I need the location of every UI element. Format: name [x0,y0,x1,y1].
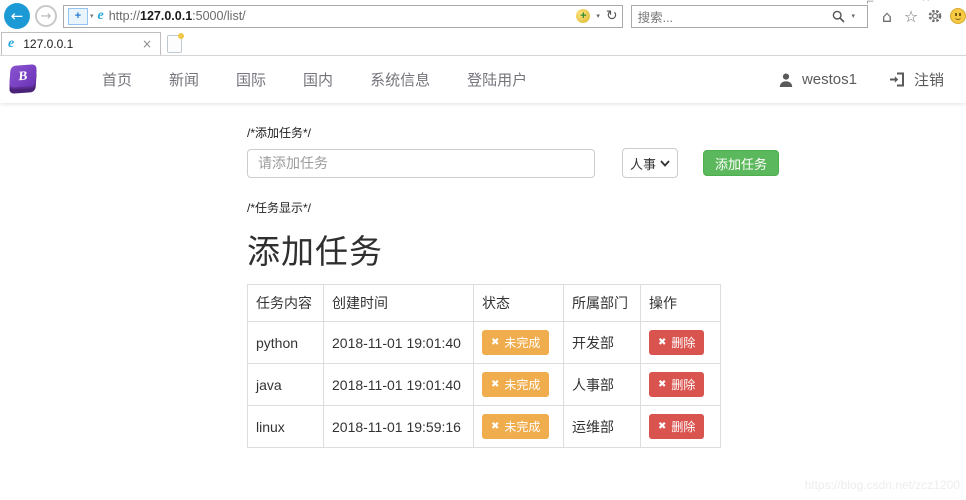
icp-footer: 京ICP备11008151号京公网安备11010802014853 [0,496,966,500]
nav-item-home[interactable]: 首页 [102,69,132,90]
logout-icon [889,72,904,87]
task-table: 任务内容 创建时间 状态 所属部门 操作 python 2018-11-01 1… [247,284,721,448]
new-tab-button[interactable] [167,33,184,53]
delete-button[interactable]: ✖ 删除 [649,330,705,355]
table-row: linux 2018-11-01 19:59:16 ✖ 未完成 运维部 ✖ 删除 [247,405,721,448]
x-icon: ✖ [658,336,667,348]
nav-links: 首页 新闻 国际 国内 系统信息 登陆用户 [102,69,527,90]
site-navbar: B 首页 新闻 国际 国内 系统信息 登陆用户 westos1 注销 [0,56,966,103]
forward-icon: → [40,8,52,24]
header-department: 所属部门 [563,284,641,322]
site-favicon-icon: + [576,9,591,23]
task-input[interactable] [247,148,595,178]
compatibility-icon[interactable]: + [68,7,88,25]
table-row: java 2018-11-01 19:01:40 ✖ 未完成 人事部 ✖ 删除 [247,363,721,406]
search-icon[interactable] [832,10,846,23]
status-button[interactable]: ✖ 未完成 [482,330,550,355]
header-operation: 操作 [640,284,721,322]
tab-favicon-icon: e [8,36,15,51]
x-icon: ✖ [658,420,667,432]
cell-created-time: 2018-11-01 19:01:40 [323,321,474,364]
header-status: 状态 [473,284,564,322]
nav-right: westos1 注销 [778,69,944,90]
status-button[interactable]: ✖ 未完成 [482,414,550,439]
cell-department: 开发部 [563,321,641,364]
add-task-button[interactable]: 添加任务 [703,150,780,176]
window-controls[interactable]: ⌐ ^ [866,0,952,8]
ie-page-icon: e [97,8,104,23]
page-title: 添加任务 [247,233,383,270]
x-icon: ✖ [491,420,500,432]
status-button[interactable]: ✖ 未完成 [482,372,550,397]
settings-gear-icon[interactable] [926,7,944,25]
username-label: westos1 [801,71,857,88]
cell-task-content: java [247,363,324,406]
nav-item-domestic[interactable]: 国内 [303,69,333,90]
browser-action-icons: ⌂ ☆ [878,7,966,26]
tab-127-0-0-1[interactable]: e 127.0.0.1 × [1,32,161,55]
main-content: /*添加任务*/ 人事 添加任务 /*任务显示*/ 添加任务 任务内容 创建时间… [0,124,966,448]
cell-task-content: python [247,321,324,364]
task-display-comment: /*任务显示*/ [247,201,312,215]
address-bar[interactable]: + ▾ e http://127.0.0.1:5000/list/ + ▾ ↻ [63,4,623,28]
logo-b-icon: B [9,63,37,88]
compatibility-caret-icon[interactable]: ▾ [90,12,94,20]
cell-department: 运维部 [563,405,641,448]
user-icon [779,73,793,87]
nav-item-international[interactable]: 国际 [236,69,266,90]
nav-item-system-info[interactable]: 系统信息 [370,69,430,90]
logout-label: 注销 [913,72,944,89]
cell-task-content: linux [247,405,324,448]
nav-item-login-user[interactable]: 登陆用户 [467,69,527,90]
delete-button[interactable]: ✖ 删除 [649,372,705,397]
favorites-star-icon[interactable]: ☆ [902,7,920,26]
cell-created-time: 2018-11-01 19:59:16 [323,405,474,448]
tab-close-icon[interactable]: × [140,37,154,51]
x-icon: ✖ [658,378,667,390]
nav-item-news[interactable]: 新闻 [169,69,199,90]
feedback-smiley-icon[interactable] [950,8,966,24]
csdn-watermark: https://blog.csdn.net/zcz1200 [804,478,960,492]
delete-button[interactable]: ✖ 删除 [649,414,705,439]
chevron-down-icon [660,159,670,167]
brand-logo[interactable]: B [8,63,40,95]
header-task-content: 任务内容 [247,284,324,322]
header-created-time: 创建时间 [323,284,474,322]
search-placeholder: 搜索... [637,10,674,25]
x-icon: ✖ [491,378,500,390]
search-box[interactable]: 搜索... ▾ [630,4,868,28]
home-icon[interactable]: ⌂ [878,7,896,26]
add-task-comment: /*添加任务*/ [247,126,312,140]
browser-toolbar: ← → + ▾ e http://127.0.0.1:5000/list/ + … [0,0,966,32]
department-selected-label: 人事 [629,156,656,172]
current-user[interactable]: westos1 [778,71,857,88]
forward-button[interactable]: → [35,5,57,27]
address-caret-icon[interactable]: ▾ [596,12,600,20]
refresh-icon[interactable]: ↻ [606,8,618,24]
cell-created-time: 2018-11-01 19:01:40 [323,363,474,406]
tab-title: 127.0.0.1 [23,37,74,51]
logout-button[interactable]: 注销 [889,69,944,90]
back-icon: ← [10,7,24,25]
back-button[interactable]: ← [4,3,30,29]
add-task-form: 人事 添加任务 [247,148,966,178]
table-header-row: 任务内容 创建时间 状态 所属部门 操作 [247,284,721,322]
search-caret-icon[interactable]: ▾ [851,12,855,20]
department-select[interactable]: 人事 [622,148,678,178]
tab-bar: e 127.0.0.1 × [0,32,966,56]
url-text[interactable]: http://127.0.0.1:5000/list/ [109,9,577,23]
table-row: python 2018-11-01 19:01:40 ✖ 未完成 开发部 ✖ 删除 [247,321,721,364]
x-icon: ✖ [491,336,500,348]
cell-department: 人事部 [563,363,641,406]
